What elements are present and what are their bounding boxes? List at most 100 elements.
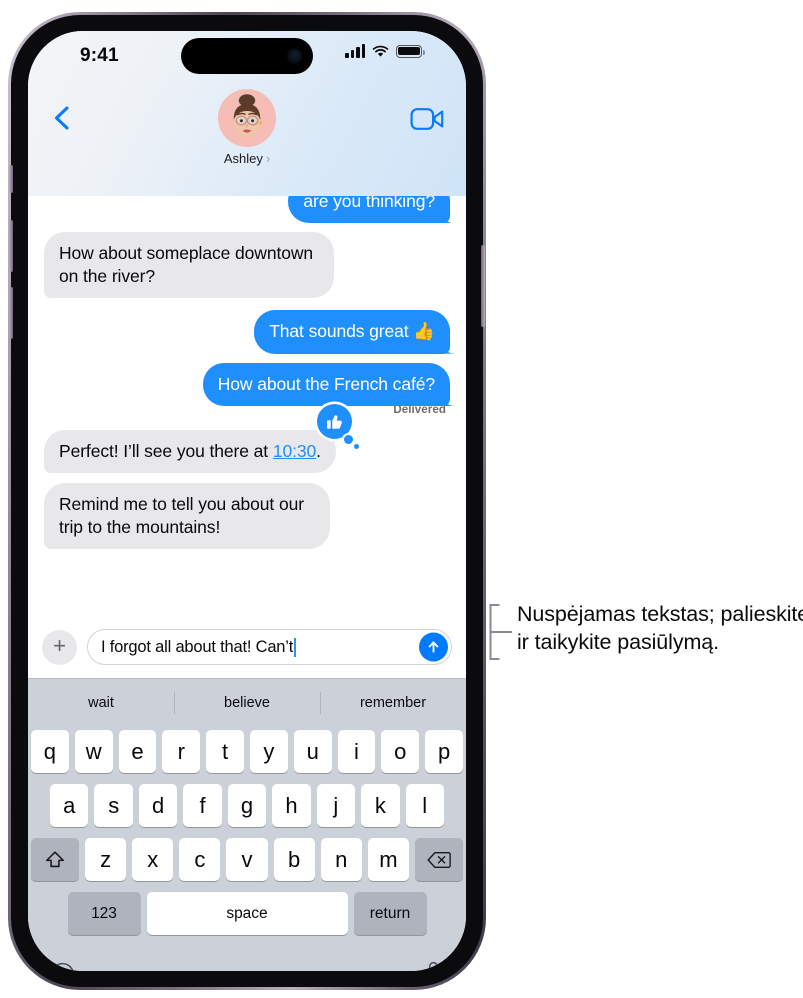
message-row[interactable]: are you thinking? <box>44 196 450 224</box>
contact-name[interactable]: Ashley › <box>218 151 276 166</box>
backspace-key[interactable] <box>414 838 463 881</box>
message-input[interactable]: I forgot all about that! Can’t <box>87 629 452 665</box>
message-text-after-link: . <box>316 440 321 461</box>
key-r[interactable]: r <box>162 730 201 773</box>
callout-annotation: Nuspėjamas tekstas; palieskite ir taikyk… <box>487 600 803 660</box>
battery-icon <box>396 44 425 58</box>
cellular-signal-icon <box>345 44 365 58</box>
silence-switch[interactable] <box>9 165 13 193</box>
key-c[interactable]: c <box>179 838 221 881</box>
keyboard-row-4: 123 space return <box>28 892 466 935</box>
onscreen-keyboard[interactable]: wait believe remember q w e r t y u i o <box>28 678 466 971</box>
contact-header[interactable]: Ashley › <box>218 89 276 166</box>
emoji-smiley-icon[interactable] <box>50 962 75 972</box>
microphone-icon[interactable] <box>423 961 444 972</box>
messages-header: 9:41 Ashley › <box>28 31 466 196</box>
key-s[interactable]: s <box>94 784 133 827</box>
contact-name-text: Ashley <box>223 151 263 166</box>
message-bubble-incoming[interactable]: Remind me to tell you about our trip to … <box>44 483 330 550</box>
message-row[interactable]: How about someplace downtown on the rive… <box>44 232 450 299</box>
key-i[interactable]: i <box>337 730 376 773</box>
dynamic-island <box>181 38 313 74</box>
keyboard-row-3: z x c v b n m <box>28 838 466 881</box>
key-j[interactable]: j <box>316 784 356 827</box>
key-o[interactable]: o <box>381 730 420 773</box>
avatar[interactable] <box>218 89 276 147</box>
predictive-text-bar[interactable]: wait believe remember <box>28 678 466 726</box>
prediction-3[interactable]: remember <box>320 695 466 711</box>
message-bubble-outgoing[interactable]: are you thinking? <box>288 196 450 224</box>
prediction-2[interactable]: believe <box>174 695 320 711</box>
prediction-1[interactable]: wait <box>28 695 174 711</box>
key-v[interactable]: v <box>226 838 268 881</box>
keyboard-bottom-bar <box>28 951 466 971</box>
time-link[interactable]: 10:30 <box>273 441 316 461</box>
message-row[interactable]: That sounds great 👍 <box>44 310 450 354</box>
back-chevron-icon[interactable] <box>50 105 76 131</box>
wifi-icon <box>372 45 389 57</box>
message-composer: + I forgot all about that! Can’t <box>28 620 466 678</box>
message-row[interactable]: How about the French café? <box>44 362 450 406</box>
key-n[interactable]: n <box>320 838 362 881</box>
message-list[interactable]: are you thinking? How about someplace do… <box>28 196 466 620</box>
message-bubble-outgoing[interactable]: That sounds great 👍 <box>254 310 450 354</box>
keyboard-row-2: a s d f g h j k l <box>28 784 466 827</box>
shift-arrow-icon <box>45 850 65 867</box>
key-q[interactable]: q <box>31 730 69 773</box>
message-bubble-outgoing[interactable]: How about the French café? <box>202 362 450 406</box>
text-caret <box>294 637 296 657</box>
space-key[interactable]: space <box>146 892 348 935</box>
facetime-video-icon[interactable] <box>410 106 444 132</box>
status-bar-indicators <box>345 44 425 58</box>
key-a[interactable]: a <box>50 784 89 827</box>
add-attachment-button[interactable]: + <box>42 629 77 665</box>
key-w[interactable]: w <box>74 730 113 773</box>
callout-text: Nuspėjamas tekstas; palieskite ir taikyk… <box>517 602 803 655</box>
message-input-value[interactable]: I forgot all about that! Can’t <box>101 638 293 657</box>
return-key[interactable]: return <box>353 892 427 935</box>
key-e[interactable]: e <box>118 730 157 773</box>
key-k[interactable]: k <box>361 784 400 827</box>
numbers-key[interactable]: 123 <box>67 892 141 935</box>
thumbs-up-reaction-icon[interactable] <box>316 403 359 449</box>
front-camera-icon <box>287 48 302 64</box>
plus-icon: + <box>53 633 66 658</box>
status-bar-clock: 9:41 <box>80 45 119 66</box>
key-x[interactable]: x <box>132 838 174 881</box>
key-z[interactable]: z <box>85 838 127 881</box>
send-button[interactable] <box>419 632 448 662</box>
backspace-delete-icon <box>427 851 451 868</box>
key-y[interactable]: y <box>250 730 288 773</box>
chevron-right-icon: › <box>265 151 271 166</box>
message-row[interactable]: Remind me to tell you about our trip to … <box>44 483 450 550</box>
key-m[interactable]: m <box>367 838 409 881</box>
phone-screen: 9:41 Ashley › are you thinking? How abou… <box>28 31 466 971</box>
status-bar: 9:41 <box>28 31 466 83</box>
device-bezel: 9:41 Ashley › are you thinking? How abou… <box>9 15 485 987</box>
memoji-avatar-icon <box>218 89 276 147</box>
key-g[interactable]: g <box>227 784 267 827</box>
message-bubble-incoming[interactable]: How about someplace downtown on the rive… <box>44 232 334 299</box>
volume-down-button[interactable] <box>9 287 13 339</box>
conversation-navbar: Ashley › <box>28 83 466 196</box>
key-b[interactable]: b <box>273 838 315 881</box>
keyboard-row-1: q w e r t y u i o p <box>28 726 466 773</box>
iphone-device-frame: 9:41 Ashley › are you thinking? How abou… <box>8 12 486 990</box>
thumbs-up-glyph <box>326 415 342 429</box>
send-arrow-up-icon <box>428 641 439 653</box>
key-t[interactable]: t <box>206 730 244 773</box>
key-f[interactable]: f <box>183 784 222 827</box>
key-u[interactable]: u <box>293 730 332 773</box>
message-text-before-link: Perfect! I’ll see you there at <box>59 440 273 461</box>
key-p[interactable]: p <box>425 730 463 773</box>
message-row[interactable]: Perfect! I’ll see you there at 10:30. <box>44 403 450 474</box>
shift-key[interactable] <box>31 838 79 881</box>
volume-up-button[interactable] <box>9 220 13 272</box>
screenshot-root: 9:41 Ashley › are you thinking? How abou… <box>0 0 803 998</box>
key-d[interactable]: d <box>138 784 178 827</box>
message-bubble-incoming[interactable]: Perfect! I’ll see you there at 10:30. <box>44 403 359 474</box>
callout-bracket-icon <box>489 604 512 660</box>
side-power-button[interactable] <box>481 245 485 327</box>
key-h[interactable]: h <box>272 784 311 827</box>
key-l[interactable]: l <box>405 784 444 827</box>
